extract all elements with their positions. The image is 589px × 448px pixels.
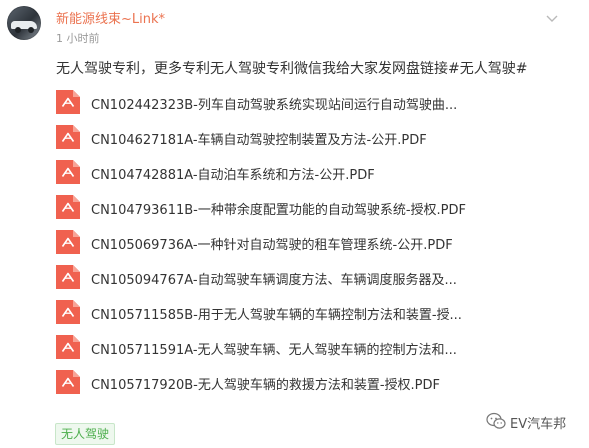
file-name: CN104742881A-自动泊车系统和方法-公开.PDF bbox=[91, 168, 375, 183]
pdf-file-icon bbox=[56, 300, 80, 324]
pdf-file-icon bbox=[56, 265, 80, 289]
file-name: CN105711585B-用于无人驾驶车辆的车辆控制方法和装置-授... bbox=[91, 308, 462, 323]
file-name: CN105069736A-一种针对自动驾驶的租车管理系统-公开.PDF bbox=[91, 238, 453, 253]
file-list: CN102442323B-列车自动驾驶系统实现站间运行自动驾驶曲... CN10… bbox=[56, 88, 576, 403]
file-item[interactable]: CN105069736A-一种针对自动驾驶的租车管理系统-公开.PDF bbox=[56, 228, 576, 263]
file-item[interactable]: CN105094767A-自动驾驶车辆调度方法、车辆调度服务器及... bbox=[56, 263, 576, 298]
file-name: CN104793611B-一种带余度配置功能的自动驾驶系统-授权.PDF bbox=[91, 203, 467, 218]
author-name[interactable]: 新能源线束~Link* bbox=[56, 8, 165, 27]
pdf-file-icon bbox=[56, 230, 80, 254]
chevron-down-icon[interactable] bbox=[543, 13, 561, 25]
file-item[interactable]: CN104742881A-自动泊车系统和方法-公开.PDF bbox=[56, 158, 576, 193]
file-name: CN102442323B-列车自动驾驶系统实现站间运行自动驾驶曲... bbox=[91, 98, 458, 113]
file-name: CN104627181A-车辆自动驾驶控制装置及方法-公开.PDF bbox=[91, 133, 427, 148]
watermark-text: EV汽车邦 bbox=[510, 417, 567, 432]
file-item[interactable]: CN102442323B-列车自动驾驶系统实现站间运行自动驾驶曲... bbox=[56, 88, 576, 123]
pdf-file-icon bbox=[56, 125, 80, 149]
pdf-file-icon bbox=[56, 90, 80, 114]
file-name: CN105717920B-无人驾驶车辆的救援方法和装置-授权.PDF bbox=[91, 378, 441, 393]
topic-tag[interactable]: 无人驾驶 bbox=[55, 423, 116, 445]
wechat-icon bbox=[486, 412, 506, 429]
file-item[interactable]: CN105711585B-用于无人驾驶车辆的车辆控制方法和装置-授... bbox=[56, 298, 576, 333]
file-item[interactable]: CN104627181A-车辆自动驾驶控制装置及方法-公开.PDF bbox=[56, 123, 576, 158]
post-text: 无人驾驶专利，更多专利无人驾驶专利微信我给大家发网盘链接#无人驾驶# bbox=[56, 61, 528, 77]
post-time: 1 小时前 bbox=[56, 32, 100, 45]
file-item[interactable]: CN105717920B-无人驾驶车辆的救援方法和装置-授权.PDF bbox=[56, 368, 576, 403]
pdf-file-icon bbox=[56, 370, 80, 394]
file-name: CN105711591A-无人驾驶车辆、无人驾驶车辆的控制方法和... bbox=[91, 343, 457, 358]
file-item[interactable]: CN104793611B-一种带余度配置功能的自动驾驶系统-授权.PDF bbox=[56, 193, 576, 228]
file-name: CN105094767A-自动驾驶车辆调度方法、车辆调度服务器及... bbox=[91, 273, 457, 288]
wheel-icon bbox=[28, 27, 34, 33]
pdf-file-icon bbox=[56, 335, 80, 359]
pdf-file-icon bbox=[56, 195, 80, 219]
file-item[interactable]: CN105711591A-无人驾驶车辆、无人驾驶车辆的控制方法和... bbox=[56, 333, 576, 368]
wheel-icon bbox=[15, 27, 21, 33]
pdf-file-icon bbox=[56, 160, 80, 184]
avatar[interactable] bbox=[7, 6, 41, 40]
